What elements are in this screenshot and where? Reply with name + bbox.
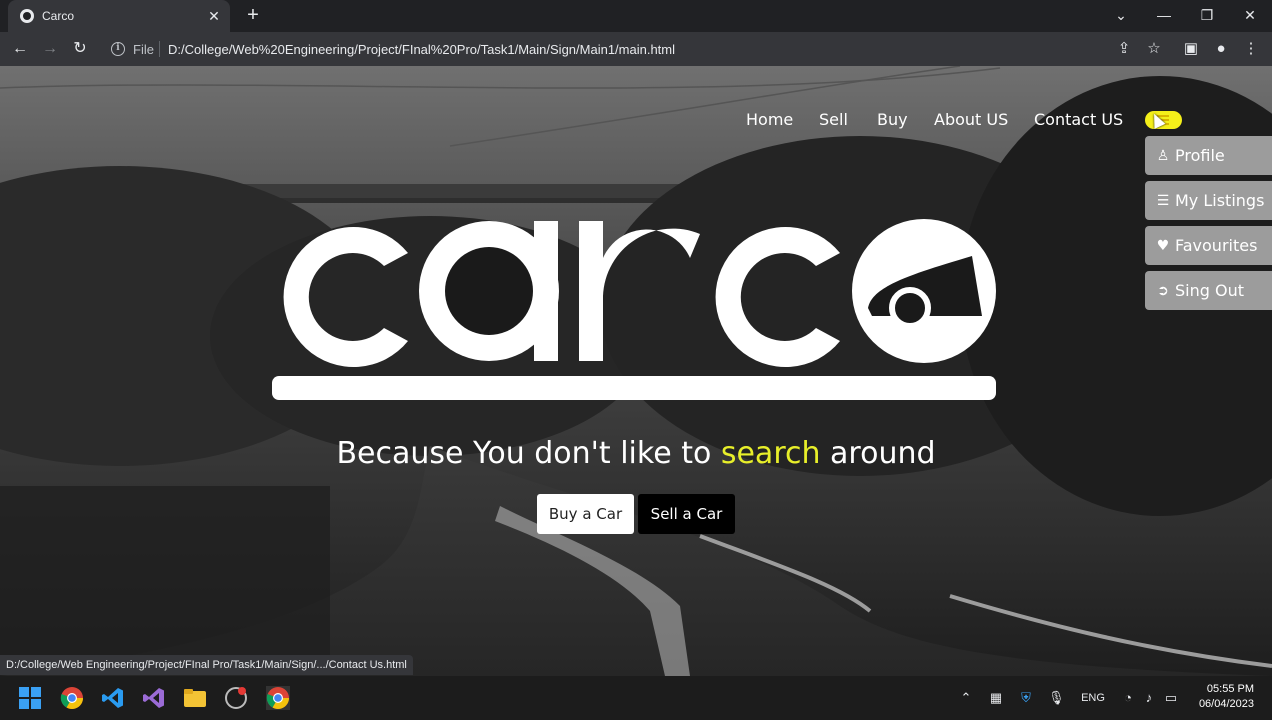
file-explorer-icon[interactable]: [183, 686, 207, 710]
microphone-icon[interactable]: 🎙: [1048, 688, 1065, 708]
side-panel-icon[interactable]: ▣: [1181, 39, 1201, 59]
menu-item-favourites[interactable]: ♥ Favourites: [1145, 226, 1272, 265]
menu-item-label: Sing Out: [1175, 281, 1244, 300]
chrome-active-icon[interactable]: [266, 686, 290, 710]
page-viewport: Home Sell Buy About US Contact US ♙ Prof…: [0, 66, 1272, 676]
language-indicator[interactable]: ENG: [1078, 688, 1108, 708]
battery-icon[interactable]: ▭: [1163, 688, 1179, 708]
clock-time: 05:55 PM: [1206, 683, 1254, 695]
more-menu-icon[interactable]: ⋮: [1241, 39, 1261, 59]
sign-out-icon: ➲: [1157, 282, 1169, 299]
address-separator: [159, 41, 160, 57]
nav-sell[interactable]: Sell: [819, 110, 848, 129]
menu-item-label: Favourites: [1175, 236, 1258, 255]
browser-toolbar: ← → ↻ i File D:/College/Web%20Engineerin…: [0, 32, 1272, 66]
forward-arrow-icon[interactable]: →: [40, 39, 60, 59]
heart-icon: ♥: [1156, 237, 1170, 254]
tagline-text-end: around: [820, 436, 936, 471]
close-tab-icon[interactable]: ✕: [204, 8, 224, 25]
recording-app-icon[interactable]: [224, 686, 248, 710]
list-icon: ☰: [1156, 192, 1170, 209]
menu-item-label: My Listings: [1175, 191, 1265, 210]
clock-date: 06/04/2023: [1198, 698, 1254, 710]
nav-home[interactable]: Home: [746, 110, 793, 129]
browser-tab[interactable]: Carco ✕: [8, 0, 230, 32]
close-window-icon[interactable]: ✕: [1230, 0, 1270, 30]
menu-item-sign-out[interactable]: ➲ Sing Out: [1145, 271, 1272, 310]
show-hidden-icons-icon[interactable]: ⌃: [958, 688, 974, 708]
nav-about-us[interactable]: About US: [934, 110, 1008, 129]
tab-title: Carco: [42, 9, 75, 23]
system-clock[interactable]: 05:55 PM 06/04/2023: [1199, 682, 1254, 712]
bookmark-star-icon[interactable]: ☆: [1144, 39, 1164, 59]
menu-item-label: Profile: [1175, 146, 1225, 165]
menu-item-profile[interactable]: ♙ Profile: [1145, 136, 1272, 175]
new-tab-icon[interactable]: +: [244, 5, 262, 25]
profile-avatar-icon[interactable]: ●: [1211, 39, 1231, 59]
user-icon: ♙: [1156, 147, 1170, 164]
wifi-icon[interactable]: ◔: [1120, 688, 1136, 708]
vscode-icon[interactable]: [101, 686, 125, 710]
info-icon[interactable]: i: [111, 42, 125, 56]
chrome-icon[interactable]: [60, 686, 84, 710]
minimize-icon[interactable]: —: [1144, 0, 1184, 30]
windows-start-icon[interactable]: [18, 686, 42, 710]
menu-item-my-listings[interactable]: ☰ My Listings: [1145, 181, 1272, 220]
windows-taskbar: ⌃ ▦ ⛨ 🎙 ENG ◔ ♪ ▭ 05:55 PM 06/04/2023: [0, 676, 1272, 720]
buy-a-car-button[interactable]: Buy a Car: [537, 494, 634, 534]
hero-tagline: Because You don't like to search around: [0, 436, 1272, 471]
link-status-bar: D:/College/Web Engineering/Project/FInal…: [0, 655, 413, 675]
user-dropdown-menu: ♙ Profile ☰ My Listings ♥ Favourites ➲ S…: [1145, 136, 1272, 316]
reload-icon[interactable]: ↻: [70, 39, 90, 59]
file-label: File: [133, 42, 154, 57]
sell-a-car-button[interactable]: Sell a Car: [638, 494, 735, 534]
tray-app-icon[interactable]: ▦: [988, 688, 1004, 708]
tab-search-icon[interactable]: ⌄: [1101, 0, 1141, 30]
restore-icon[interactable]: ❐: [1187, 0, 1227, 30]
site-favicon-icon: [20, 9, 34, 23]
share-icon[interactable]: ⇪: [1114, 39, 1134, 59]
browser-tab-bar: Carco ✕ + ⌄ — ❐ ✕: [0, 0, 1272, 32]
defender-shield-icon[interactable]: ⛨: [1018, 688, 1034, 708]
tagline-highlight: search: [720, 436, 821, 471]
address-bar[interactable]: D:/College/Web%20Engineering/Project/FIn…: [168, 42, 675, 57]
volume-icon[interactable]: ♪: [1141, 688, 1157, 708]
nav-contact-us[interactable]: Contact US: [1034, 110, 1123, 129]
nav-buy[interactable]: Buy: [877, 110, 908, 129]
back-arrow-icon[interactable]: ←: [10, 39, 30, 59]
visual-studio-icon[interactable]: [142, 686, 166, 710]
carco-logo: [272, 216, 996, 401]
tagline-text-start: Because You don't like to: [336, 436, 721, 471]
